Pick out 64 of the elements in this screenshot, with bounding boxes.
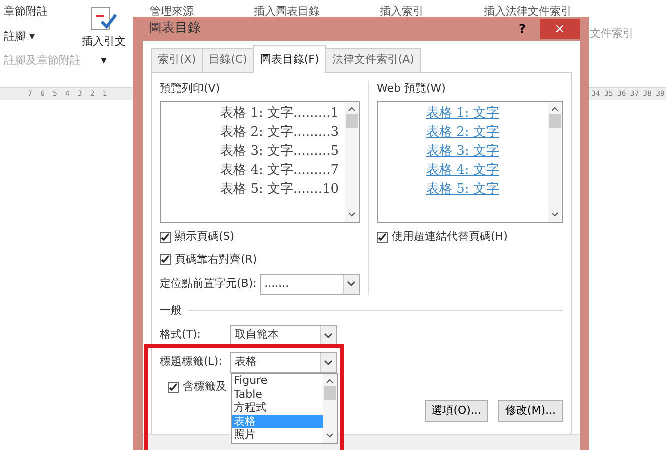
- dropdown-option[interactable]: 方程式: [232, 401, 323, 414]
- help-button[interactable]: ?: [519, 20, 526, 38]
- section-label: 一般: [160, 302, 182, 318]
- chevron-down-icon[interactable]: [324, 332, 333, 338]
- dropdown-option[interactable]: Figure: [232, 374, 323, 388]
- tab[interactable]: 法律文件索引(A): [325, 48, 422, 72]
- checkbox-label: 顯示頁碼(S): [175, 229, 235, 245]
- preview-entry: 表格 4: 文字.........7: [220, 162, 339, 180]
- checkbox[interactable]: [160, 232, 171, 243]
- scroll-up-icon[interactable]: [348, 106, 356, 112]
- scrollbar[interactable]: [548, 102, 562, 222]
- scroll-thumb[interactable]: [324, 386, 336, 400]
- tab[interactable]: 索引(X): [151, 48, 204, 72]
- ribbon-button[interactable]: 管理來源: [150, 4, 194, 20]
- insert-citation-button[interactable]: 插入引文 ▾: [82, 6, 126, 69]
- checkbox-label: 含標籤及: [183, 379, 227, 395]
- dropdown-option[interactable]: Table: [232, 388, 323, 401]
- dialog-title: 圖表目錄: [149, 20, 201, 38]
- hyperlink[interactable]: 表格 4: 文字: [426, 161, 500, 180]
- scroll-down-icon[interactable]: [326, 433, 334, 439]
- chevron-down-icon[interactable]: [324, 360, 333, 366]
- preview-label: 預覽列印(V): [160, 80, 222, 96]
- leader-select[interactable]: .......: [260, 274, 360, 294]
- ribbon-button[interactable]: 註腳 ▾: [4, 28, 81, 45]
- preview-label: Web 預覽(W): [377, 80, 447, 96]
- tab[interactable]: 圖表目錄(F): [253, 45, 326, 72]
- checkbox-label: 頁碼靠右對齊(R): [175, 252, 258, 268]
- checkbox[interactable]: [168, 382, 179, 393]
- field-label: 標題標籤(L):: [160, 354, 224, 370]
- scroll-down-icon[interactable]: [551, 212, 559, 218]
- checkbox-label: 使用超連結代替頁碼(H): [392, 229, 508, 245]
- ribbon-button[interactable]: 插入圖表目錄: [254, 4, 320, 20]
- scroll-up-icon[interactable]: [326, 378, 334, 384]
- ribbon-button[interactable]: 章節附註: [4, 4, 81, 20]
- tab[interactable]: 目錄(C): [202, 48, 254, 72]
- hyperlink[interactable]: 表格 1: 文字: [426, 104, 500, 123]
- hyperlink[interactable]: 表格 3: 文字: [426, 142, 500, 161]
- hyperlink[interactable]: 表格 2: 文字: [426, 123, 500, 142]
- scroll-thumb[interactable]: [549, 114, 561, 128]
- preview-entry: 表格 5: 文字.......10: [220, 181, 339, 199]
- group-label: 註腳及章節附註: [4, 53, 81, 69]
- scrollbar[interactable]: [323, 374, 337, 443]
- checkbox[interactable]: [377, 232, 388, 243]
- scrollbar[interactable]: [345, 102, 359, 222]
- preview-entry: 表格 2: 文字.........3: [220, 124, 339, 142]
- citation-icon: [90, 6, 118, 32]
- scroll-down-icon[interactable]: [348, 212, 356, 218]
- checkbox[interactable]: [160, 254, 171, 266]
- field-label: 定位點前置字元(B):: [160, 276, 257, 292]
- dropdown-option[interactable]: 照片: [232, 428, 323, 442]
- caption-select[interactable]: 表格: [230, 352, 337, 373]
- scroll-up-icon[interactable]: [551, 106, 559, 112]
- chevron-down-icon[interactable]: [347, 281, 356, 287]
- scroll-thumb[interactable]: [346, 114, 358, 128]
- dialog-button[interactable]: 選項(O)...: [424, 400, 488, 422]
- preview-entry: 表格 1: 文字.........1: [220, 105, 339, 123]
- format-select[interactable]: 取自範本: [230, 325, 337, 346]
- ribbon-button[interactable]: 插入索引: [380, 4, 424, 20]
- ribbon-button[interactable]: 插入法律文件索引: [484, 4, 572, 20]
- preview-entry: 表格 3: 文字.........5: [220, 143, 339, 161]
- hyperlink[interactable]: 表格 5: 文字: [426, 180, 500, 199]
- dialog-button[interactable]: 修改(M)...: [498, 400, 563, 422]
- close-button[interactable]: ×: [540, 19, 580, 39]
- field-label: 格式(T):: [160, 327, 202, 344]
